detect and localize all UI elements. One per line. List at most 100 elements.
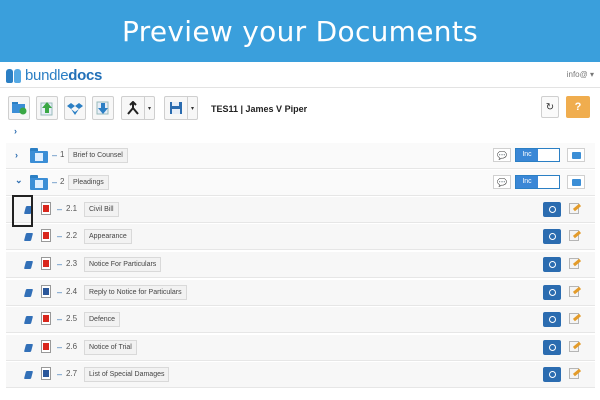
upload-button[interactable] [36, 96, 58, 120]
edit-button[interactable] [569, 230, 582, 241]
document-label[interactable]: List of Special Damages [84, 367, 170, 382]
view-button[interactable] [543, 285, 561, 300]
document-label[interactable]: Notice For Particulars [84, 257, 162, 272]
document-row[interactable]: –2.6 Notice of Trial [6, 335, 595, 361]
document-row[interactable]: –2.5 Defence [6, 307, 595, 333]
comment-button[interactable]: 💬 [493, 148, 511, 162]
logo-suffix: docs [68, 67, 103, 84]
include-toggle-label: Inc [516, 149, 538, 161]
dash: – [57, 342, 63, 352]
include-toggle-label: Inc [516, 176, 538, 188]
user-menu[interactable]: info@ ▾ [567, 70, 594, 79]
refresh-button[interactable]: ↻ [541, 96, 559, 118]
toolbar: ▾ ▾ TES11 | James V Piper ↻ ? [0, 96, 600, 124]
edit-button[interactable] [569, 203, 582, 214]
tab-row[interactable]: › – 1 Brief to Counsel 💬 Inc [6, 143, 595, 169]
refresh-icon: ↻ [545, 101, 555, 113]
view-button[interactable] [543, 340, 561, 355]
open-folder-button[interactable] [567, 148, 585, 162]
include-toggle[interactable]: Inc [515, 175, 560, 189]
dash: – [52, 177, 58, 187]
document-row[interactable]: –2.1 Civil Bill [6, 197, 595, 223]
edit-button[interactable] [569, 368, 582, 379]
dash: – [57, 287, 63, 297]
save-dropdown-caret[interactable]: ▾ [188, 96, 198, 120]
view-button[interactable] [543, 257, 561, 272]
document-number: 2.6 [66, 342, 78, 351]
dash: – [57, 314, 63, 324]
folder-icon [572, 179, 581, 186]
document-label[interactable]: Appearance [84, 229, 132, 244]
collapse-all-chevron[interactable]: › [14, 126, 17, 136]
edit-button[interactable] [569, 313, 582, 324]
download-button[interactable] [92, 96, 114, 120]
document-icon[interactable] [23, 371, 34, 379]
document-row[interactable]: –2.2 Appearance [6, 224, 595, 250]
highlight-box [12, 195, 33, 227]
document-row[interactable]: –2.4 Reply to Notice for Particulars [6, 280, 595, 306]
view-icon [548, 261, 556, 268]
download-icon [96, 101, 109, 115]
view-button[interactable] [543, 367, 561, 382]
view-button[interactable] [543, 202, 561, 217]
tab-row[interactable]: ⌄ – 2 Pleadings 💬 Inc [6, 170, 595, 196]
comment-icon: 💬 [497, 177, 507, 187]
merge-button[interactable] [121, 96, 145, 120]
bundledocs-logo[interactable]: bundledocs [6, 67, 102, 84]
include-toggle[interactable]: Inc [515, 148, 560, 162]
document-label[interactable]: Notice of Trial [84, 340, 137, 355]
tab-label[interactable]: Brief to Counsel [68, 148, 128, 163]
view-button[interactable] [543, 229, 561, 244]
view-button[interactable] [543, 312, 561, 327]
edit-button[interactable] [569, 286, 582, 297]
merge-dropdown-caret[interactable]: ▾ [145, 96, 155, 120]
document-label[interactable]: Civil Bill [84, 202, 119, 217]
dropbox-button[interactable] [64, 96, 86, 120]
view-icon [548, 206, 556, 213]
comment-button[interactable]: 💬 [493, 175, 511, 189]
view-icon [548, 316, 556, 323]
edit-button[interactable] [569, 341, 582, 352]
new-folder-button[interactable] [8, 96, 30, 120]
document-row[interactable]: –2.7 List of Special Damages [6, 362, 595, 388]
dash: – [57, 204, 63, 214]
top-bar: bundledocs info@ ▾ [0, 62, 600, 88]
document-label[interactable]: Reply to Notice for Particulars [84, 285, 187, 300]
comment-icon: 💬 [497, 150, 507, 160]
folder-icon [572, 152, 581, 159]
document-icon[interactable] [23, 344, 34, 352]
help-button[interactable]: ? [566, 96, 590, 118]
pdf-file-icon [41, 229, 51, 242]
banner: Preview your Documents [0, 0, 600, 62]
document-row[interactable]: –2.3 Notice For Particulars [6, 252, 595, 278]
open-folder-button[interactable] [567, 175, 585, 189]
logo-prefix: bundle [25, 67, 69, 84]
dash: – [57, 259, 63, 269]
document-icon[interactable] [23, 261, 34, 269]
pdf-file-icon [41, 202, 51, 215]
collapse-chevron-icon[interactable]: ⌄ [15, 175, 23, 186]
document-number: 2.4 [66, 287, 78, 296]
document-icon[interactable] [23, 316, 34, 324]
expand-chevron-icon[interactable]: › [15, 150, 18, 160]
tab-number: 1 [60, 150, 65, 159]
view-icon [548, 344, 556, 351]
view-icon [548, 371, 556, 378]
case-title: TES11 | James V Piper [211, 104, 308, 114]
document-icon[interactable] [23, 289, 34, 297]
document-number: 2.5 [66, 314, 78, 323]
save-icon [170, 102, 182, 114]
upload-icon [40, 102, 53, 116]
logo-icon [6, 68, 22, 83]
document-icon[interactable] [23, 233, 34, 241]
pdf-file-icon [41, 257, 51, 270]
merge-icon [127, 101, 139, 115]
banner-title: Preview your Documents [122, 14, 478, 48]
tab-label[interactable]: Pleadings [68, 175, 109, 190]
document-number: 2.1 [66, 204, 78, 213]
save-button[interactable] [164, 96, 188, 120]
document-label[interactable]: Defence [84, 312, 121, 327]
document-number: 2.3 [66, 259, 78, 268]
dash: – [57, 231, 63, 241]
edit-button[interactable] [569, 258, 582, 269]
